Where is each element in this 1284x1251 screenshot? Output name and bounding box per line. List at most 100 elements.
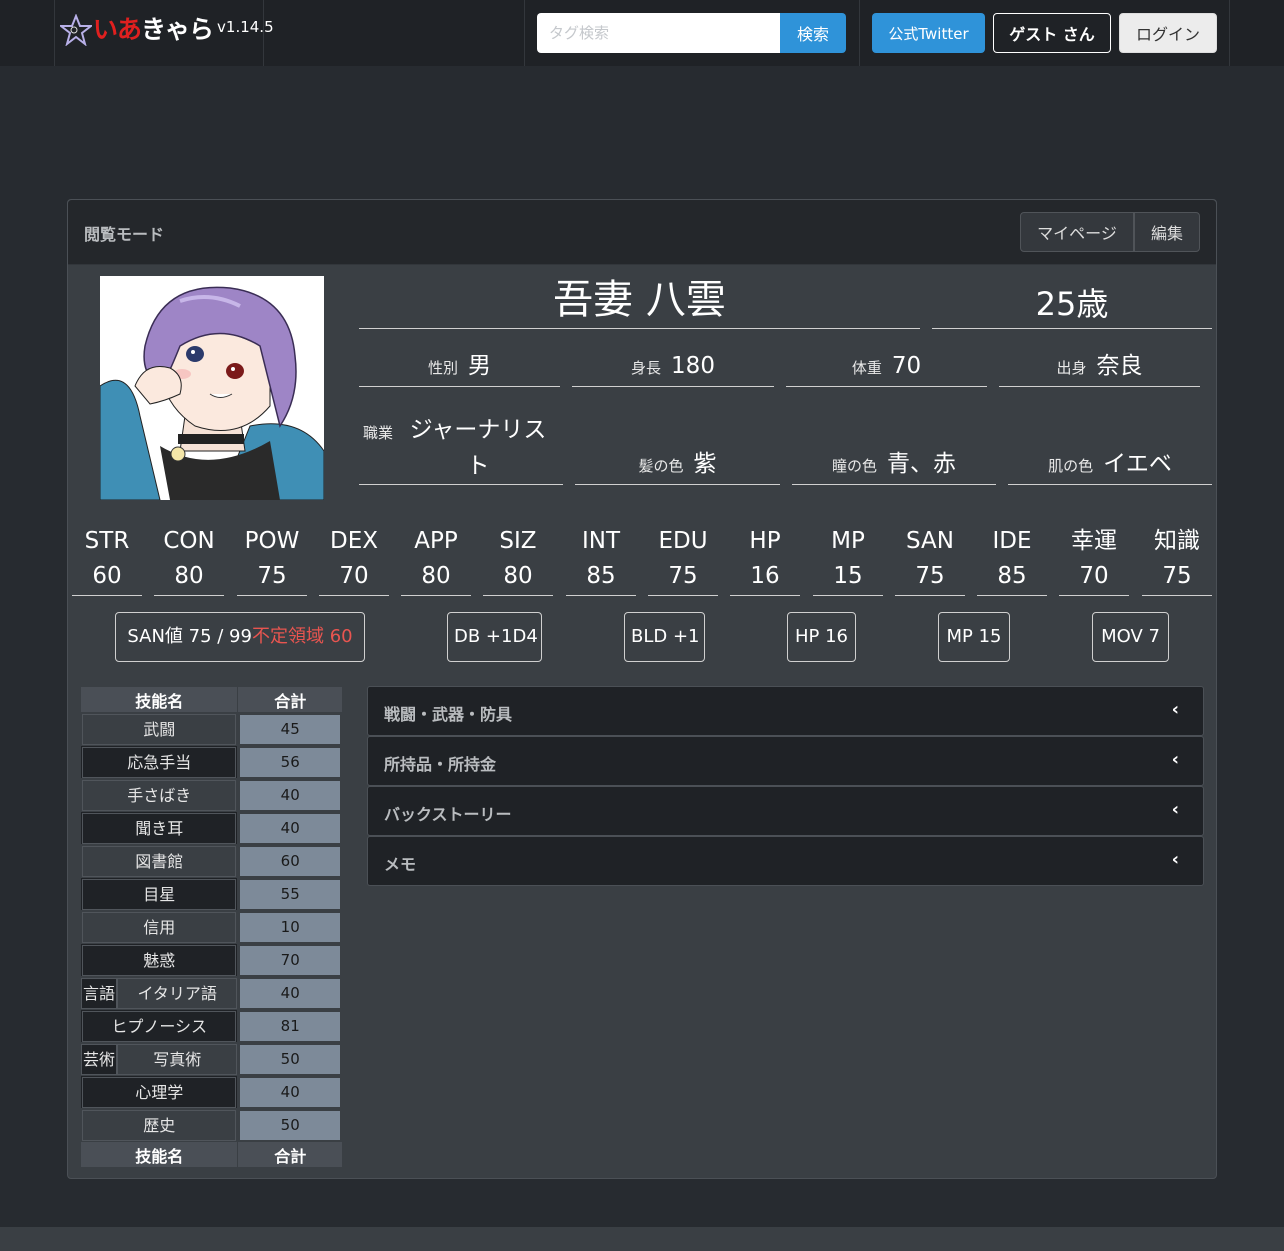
section-backstory[interactable]: バックストーリー ‹ [367, 786, 1204, 836]
skill-name-header: 技能名 [79, 686, 239, 713]
stat-8: HP 16 [730, 524, 800, 596]
stat-value: 70 [339, 563, 369, 589]
character-sheet-card: 閲覧モード マイページ 編集 吾妻 八雲 25歳 性別 男 身長 180 体重 … [67, 199, 1217, 1179]
skill-name-cell: 歴史 [79, 1108, 239, 1142]
tag-search-input[interactable] [537, 13, 781, 53]
stat-value: 15 [833, 563, 863, 589]
section-memo[interactable]: メモ ‹ [367, 836, 1204, 886]
skill-total-footer: 合計 [237, 1141, 343, 1168]
brand-logo[interactable]: いあきゃら v1.14.5 [60, 14, 274, 46]
section-title: 戦闘・武器・防具 [384, 705, 513, 724]
skill-name-cell: ヒプノーシス [79, 1009, 239, 1043]
stat-name: INT [581, 528, 621, 554]
skill-category: 芸術 [81, 1043, 117, 1075]
skill-category: 言語 [81, 977, 117, 1009]
skill-total-header: 合計 [237, 686, 343, 713]
stat-value: 85 [586, 563, 616, 589]
skill-value-cell: 60 [237, 844, 343, 878]
stat-name: STR [84, 528, 130, 554]
skill-value-cell: 40 [237, 811, 343, 845]
stat-value: 80 [421, 563, 451, 589]
table-row: 魅惑 70 [79, 943, 343, 977]
section-combat-weapons-armor[interactable]: 戦闘・武器・防具 ‹ [367, 686, 1204, 736]
skill-value: 56 [240, 747, 340, 777]
stat-2: POW 75 [237, 524, 307, 596]
section-title: メモ [384, 855, 417, 874]
login-button[interactable]: ログイン [1119, 13, 1217, 53]
skill-name-footer: 技能名 [79, 1141, 239, 1168]
section-belongings-money[interactable]: 所持品・所持金 ‹ [367, 736, 1204, 786]
mp-box: MP 15 [938, 612, 1010, 662]
profile-eye-color: 瞳の色 青、赤 [792, 446, 996, 485]
skills-table: 技能名 合計 武闘 45 応急手当 56 手さばき 40 聞き耳 40 図書館 60 目星 55 信用 1… [79, 686, 343, 1168]
stat-name: EDU [658, 528, 708, 554]
skill-value: 50 [240, 1044, 340, 1074]
profile-hair-color: 髪の色紫 [575, 446, 780, 485]
skill-value-cell: 56 [237, 745, 343, 779]
stat-3: DEX 70 [319, 524, 389, 596]
profile-occupation: 職業 ジャーナリスト [359, 412, 563, 485]
nav-divider [1229, 0, 1230, 66]
stat-name: 知識 [1154, 528, 1200, 554]
skill-name-cell: 魅惑 [79, 943, 239, 977]
move-box: MOV 7 [1092, 612, 1169, 662]
skill-value: 81 [240, 1011, 340, 1041]
guest-user-button[interactable]: ゲスト さん [993, 13, 1111, 53]
skills-header-row: 技能名 合計 [79, 686, 343, 713]
skill-name: 武闘 [82, 713, 237, 745]
skill-name: 図書館 [82, 845, 237, 877]
character-portrait[interactable] [100, 276, 324, 500]
skill-name: 歴史 [82, 1109, 237, 1141]
edit-button[interactable]: 編集 [1134, 212, 1200, 252]
search-button[interactable]: 検索 [780, 13, 846, 53]
skill-name: 信用 [82, 911, 237, 943]
skill-value: 10 [240, 912, 340, 942]
stat-value: 75 [1162, 563, 1192, 589]
skill-value-cell: 40 [237, 976, 343, 1010]
damage-bonus-box: DB +1D4 [447, 612, 542, 662]
table-row: 武闘 45 [79, 712, 343, 746]
stat-12: 幸運 70 [1059, 524, 1129, 596]
skill-name: 聞き耳 [82, 812, 237, 844]
san-value-box: SAN値 75 / 99不定領域 60 [115, 612, 365, 662]
stat-name: DEX [330, 528, 378, 554]
twitter-button[interactable]: 公式Twitter [872, 13, 985, 53]
chevron-left-icon: ‹ [1171, 799, 1179, 820]
stat-name: 幸運 [1071, 528, 1117, 554]
table-row: 言語 イタリア語 40 [79, 976, 343, 1010]
stat-4: APP 80 [401, 524, 471, 596]
character-name: 吾妻 八雲 [359, 276, 920, 329]
skill-value: 55 [240, 879, 340, 909]
stat-value: 80 [174, 563, 204, 589]
skill-value: 40 [240, 978, 340, 1008]
skill-value-cell: 55 [237, 877, 343, 911]
chevron-left-icon: ‹ [1171, 699, 1179, 720]
portrait-image [100, 276, 324, 500]
nav-divider [859, 0, 860, 66]
section-title: バックストーリー [384, 805, 512, 824]
skill-value: 70 [240, 945, 340, 975]
table-row: 図書館 60 [79, 844, 343, 878]
build-box: BLD +1 [624, 612, 705, 662]
card-header: 閲覧モード マイページ 編集 [68, 200, 1216, 265]
mypage-button[interactable]: マイページ [1020, 212, 1134, 252]
table-row: 目星 55 [79, 877, 343, 911]
stat-value: 85 [997, 563, 1027, 589]
stat-13: 知識 75 [1142, 524, 1212, 596]
logo-text: いあきゃら [93, 15, 214, 44]
table-row: 歴史 50 [79, 1108, 343, 1142]
skill-name-cell: 芸術 写真術 [79, 1042, 239, 1076]
view-mode-label: 閲覧モード [84, 225, 165, 244]
skill-name-cell: 目星 [79, 877, 239, 911]
section-title: 所持品・所持金 [384, 755, 497, 774]
skill-name: 心理学 [82, 1076, 237, 1108]
skill-name-cell: 聞き耳 [79, 811, 239, 845]
skill-value-cell: 50 [237, 1108, 343, 1142]
stat-name: SAN [906, 528, 954, 554]
skill-value: 40 [240, 1077, 340, 1107]
character-age: 25歳 [932, 276, 1212, 329]
stat-5: SIZ 80 [483, 524, 553, 596]
skill-value: 45 [240, 714, 340, 744]
skill-value-cell: 10 [237, 910, 343, 944]
indefinite-insanity-value: 不定領域 60 [251, 626, 353, 647]
